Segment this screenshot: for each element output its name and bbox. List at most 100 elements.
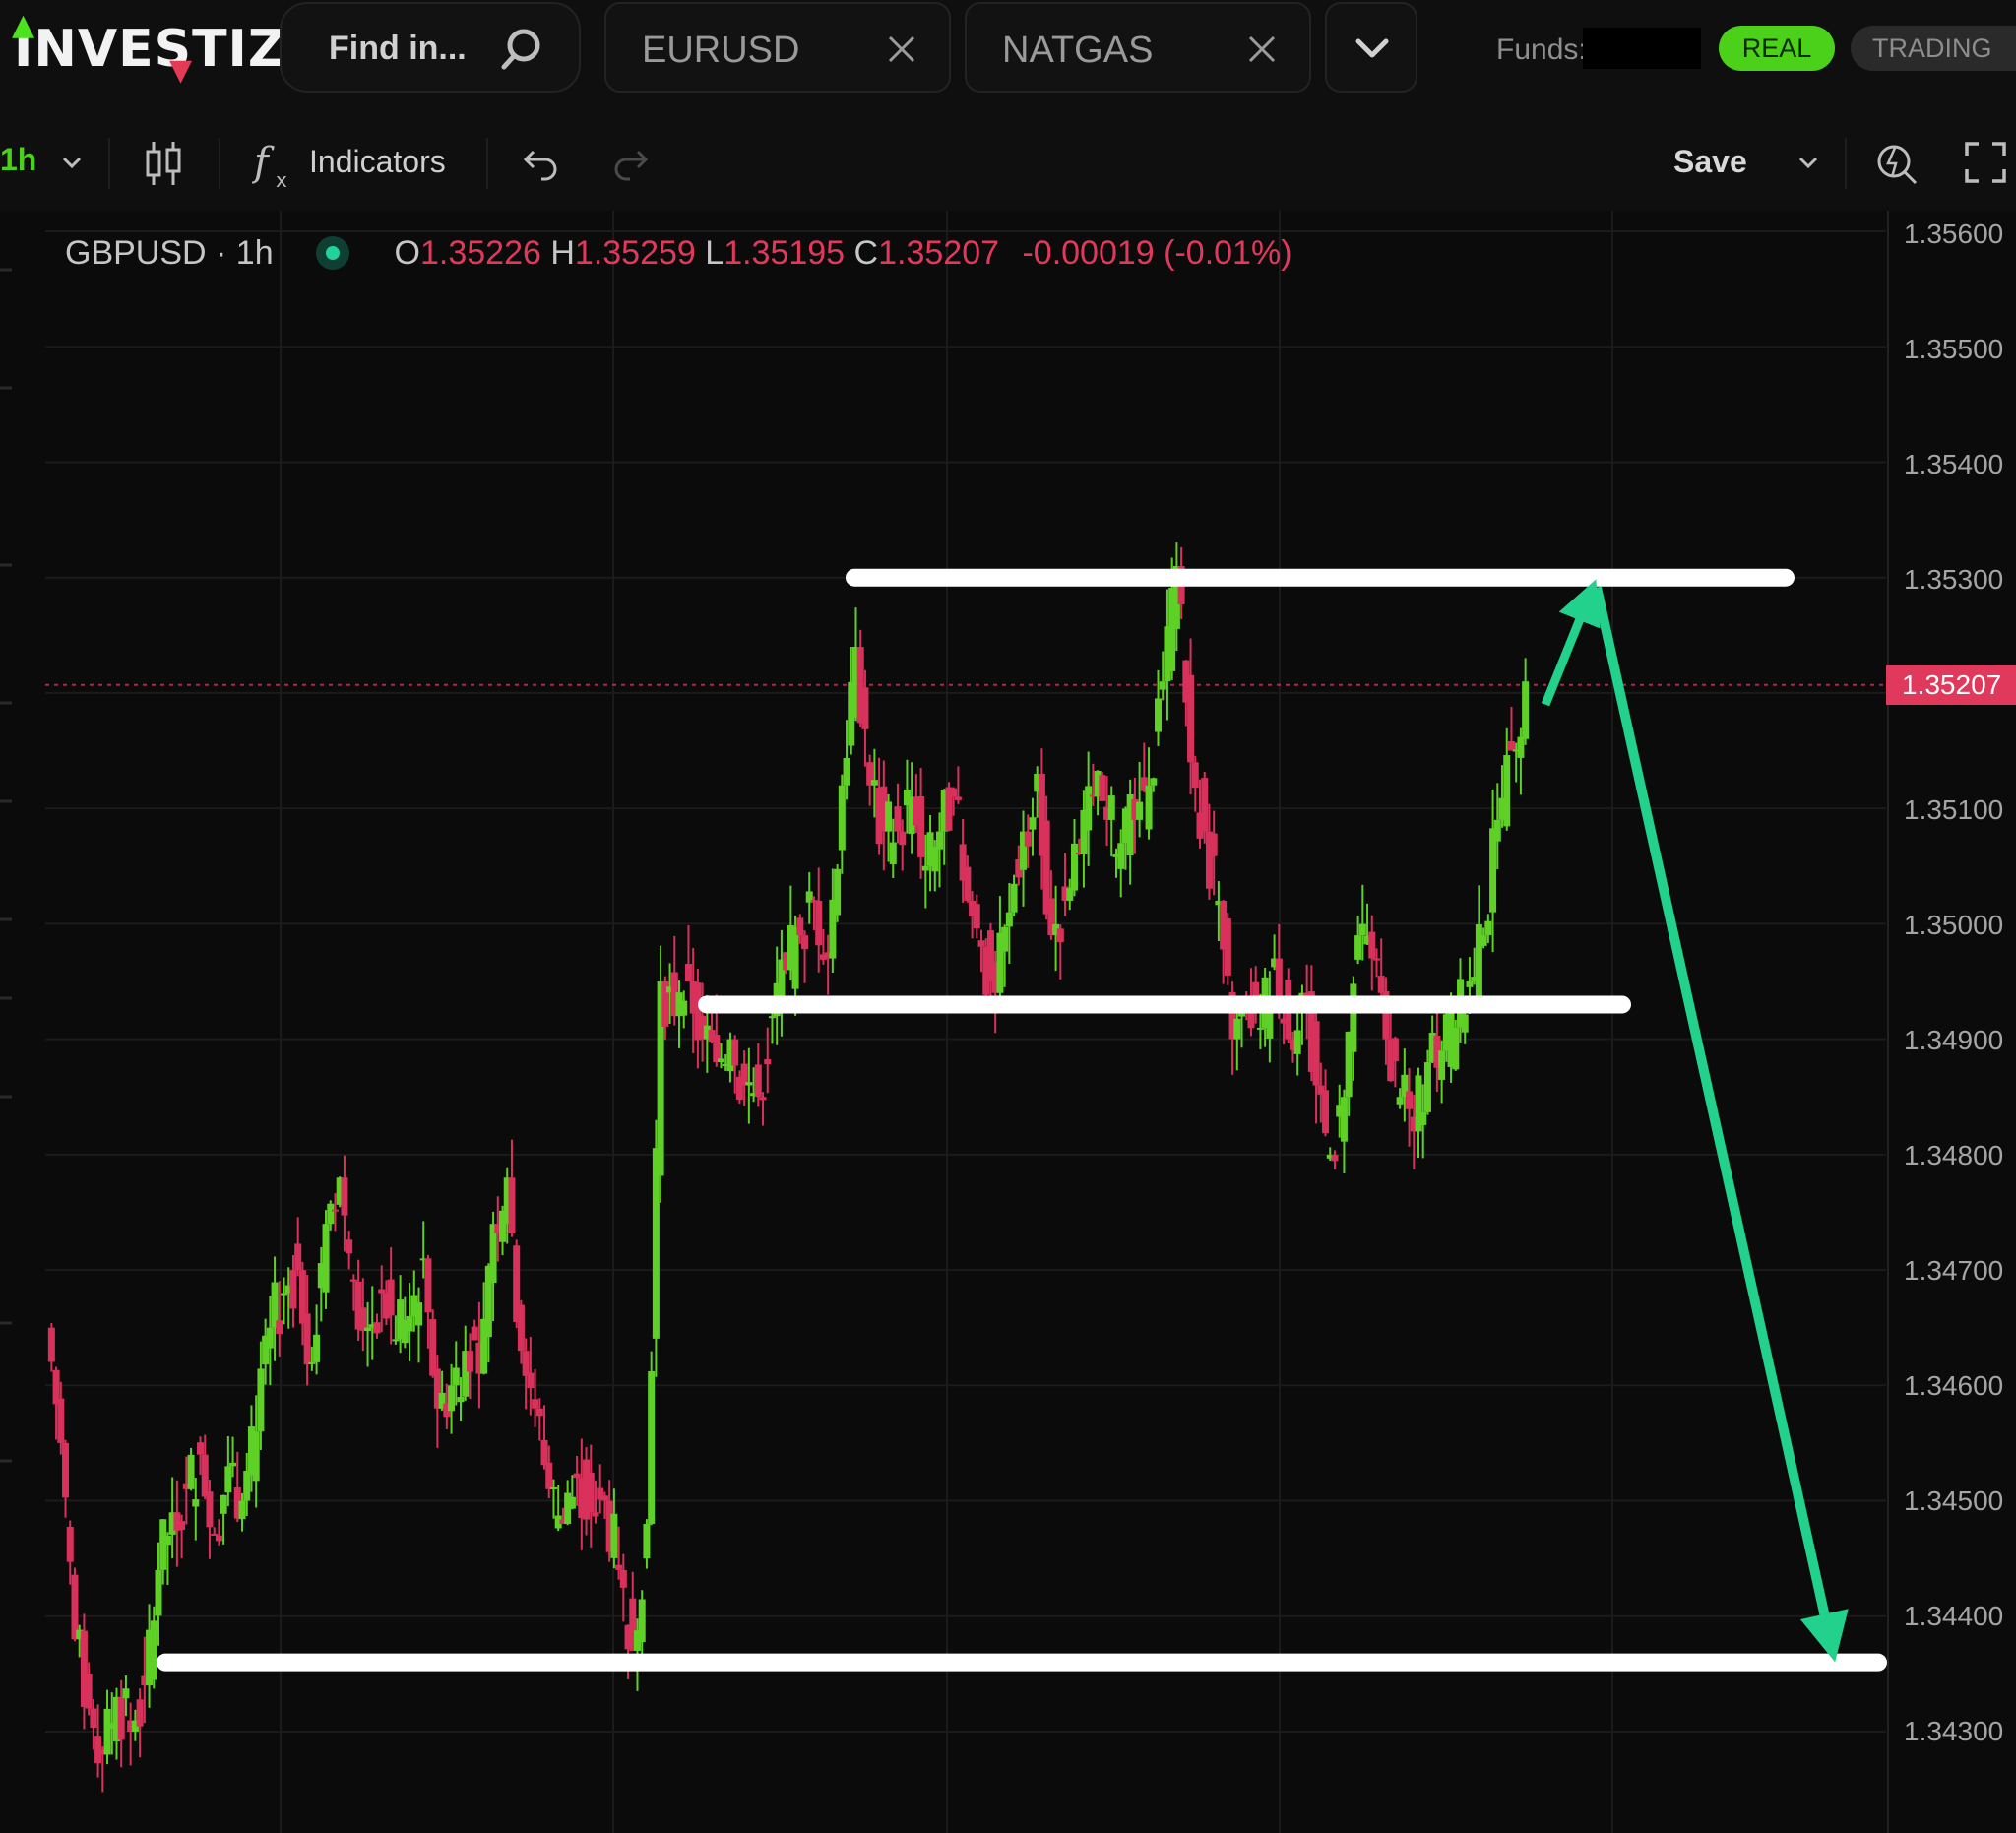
candle-body (1475, 924, 1482, 997)
funds-label: Funds: (1496, 33, 1587, 66)
interval-selector[interactable]: 1h (0, 142, 36, 178)
candle-body (1191, 762, 1199, 789)
low-value: 1.35195 (724, 234, 846, 272)
search-box[interactable]: Find in... (280, 2, 581, 93)
high-key: H (550, 234, 575, 272)
candle-body (508, 1177, 516, 1233)
candle-body (1331, 1154, 1339, 1162)
candle-body (281, 1293, 288, 1296)
redo-icon[interactable] (610, 146, 650, 181)
candle-body (392, 1339, 400, 1342)
candle-body (1024, 831, 1032, 847)
candle-body (1256, 1027, 1264, 1030)
candle-body (843, 757, 850, 786)
price-tick: 1.35600 (1904, 219, 2004, 249)
candle-body (600, 1495, 608, 1501)
candle-body (1503, 755, 1511, 827)
toolbar-divider (1845, 138, 1847, 189)
close-icon[interactable] (1244, 32, 1280, 67)
symbol-label: GBPUSD · 1h (65, 234, 274, 272)
candle-body (536, 1408, 543, 1417)
candle-body (1107, 795, 1115, 820)
candle-body (768, 1016, 776, 1019)
candle-body (977, 940, 985, 947)
function-fx-icon[interactable]: f x (252, 136, 297, 195)
candle-body (1187, 674, 1195, 763)
candle-body (764, 1058, 772, 1065)
chevron-down-icon[interactable] (1797, 156, 1819, 171)
price-tick: 1.35300 (1904, 564, 2004, 595)
close-icon[interactable] (884, 32, 919, 67)
candle-body (1484, 920, 1492, 936)
candle-body (532, 1399, 539, 1409)
candle-body (364, 1327, 372, 1332)
tab-natgas[interactable]: NATGAS (965, 2, 1311, 93)
candle-body (950, 788, 958, 797)
candle-body (1233, 1018, 1241, 1040)
undo-icon[interactable] (522, 146, 561, 181)
tab-eurusd[interactable]: EURUSD (604, 2, 951, 93)
candle-body (652, 1148, 660, 1339)
real-account-button[interactable]: REAL (1719, 26, 1835, 71)
candle-body (1406, 1091, 1414, 1109)
candle-body (220, 1494, 227, 1514)
ohlc-legend: GBPUSD · 1h O1.35226 H1.35259 L1.35195 C… (65, 234, 1292, 273)
candle-body (85, 1674, 93, 1709)
candle-body (308, 1361, 316, 1364)
candle-body (187, 1454, 195, 1489)
save-button[interactable]: Save (1673, 144, 1747, 180)
candle-body (1377, 976, 1385, 993)
candle-body (791, 926, 799, 989)
candle-body (619, 1569, 627, 1588)
candlestick-type-icon[interactable] (144, 138, 183, 189)
candle-body (1452, 1027, 1460, 1070)
candle-body (573, 1473, 581, 1479)
candle-body (540, 1439, 548, 1466)
candle-body (266, 1327, 274, 1349)
chart-area[interactable] (0, 211, 2016, 1833)
candle-body (638, 1599, 646, 1643)
candle-body (178, 1521, 186, 1531)
candle-body (452, 1367, 460, 1386)
candle-body (1070, 843, 1078, 891)
indicators-button[interactable]: Indicators (309, 144, 446, 180)
candle-body (648, 1370, 656, 1524)
price-tick: 1.35000 (1904, 910, 2004, 940)
candle-body (1150, 778, 1158, 786)
candle-body (57, 1398, 65, 1443)
close-value: 1.35207 (878, 234, 1000, 272)
candle-body (90, 1708, 97, 1729)
tabs-dropdown-button[interactable] (1325, 2, 1418, 93)
candle-body (378, 1289, 386, 1294)
chevron-down-icon[interactable] (61, 156, 83, 171)
candle-body (894, 806, 902, 832)
price-tick: 1.35500 (1904, 334, 2004, 364)
candle-body (1005, 912, 1013, 927)
quick-search-icon[interactable] (1874, 138, 1920, 189)
trading-account-button[interactable]: TRADING (1851, 26, 2016, 71)
search-input[interactable]: Find in... (329, 30, 467, 68)
last-price-badge: 1.35207 (1886, 665, 2016, 705)
candle-body (899, 831, 907, 846)
candle-body (206, 1491, 214, 1528)
candle-body (815, 900, 823, 946)
price-tick: 1.35100 (1904, 794, 2004, 825)
candle-body (592, 1512, 599, 1517)
candle-body (745, 1082, 753, 1086)
open-value: 1.35226 (419, 234, 541, 272)
candle-body (448, 1385, 456, 1412)
change-value: -0.00019 (-0.01%) (1022, 234, 1292, 272)
candle-body (713, 1035, 721, 1063)
search-icon[interactable] (498, 26, 545, 73)
logo-up-arrow-icon: ▲ (12, 8, 36, 42)
tab-label: EURUSD (642, 30, 800, 71)
candle-body (1136, 801, 1144, 820)
candle-body (471, 1326, 478, 1341)
fullscreen-icon[interactable] (1963, 140, 2008, 185)
candle-body (643, 1523, 651, 1559)
candle-body (303, 1313, 311, 1365)
candle-body (1480, 935, 1487, 946)
candlestick-chart[interactable] (0, 211, 2016, 1833)
price-axis[interactable]: 1.35600 1.35500 1.35400 1.35300 1.35100 … (1888, 211, 2016, 1833)
funds-value-redacted (1583, 28, 1701, 69)
